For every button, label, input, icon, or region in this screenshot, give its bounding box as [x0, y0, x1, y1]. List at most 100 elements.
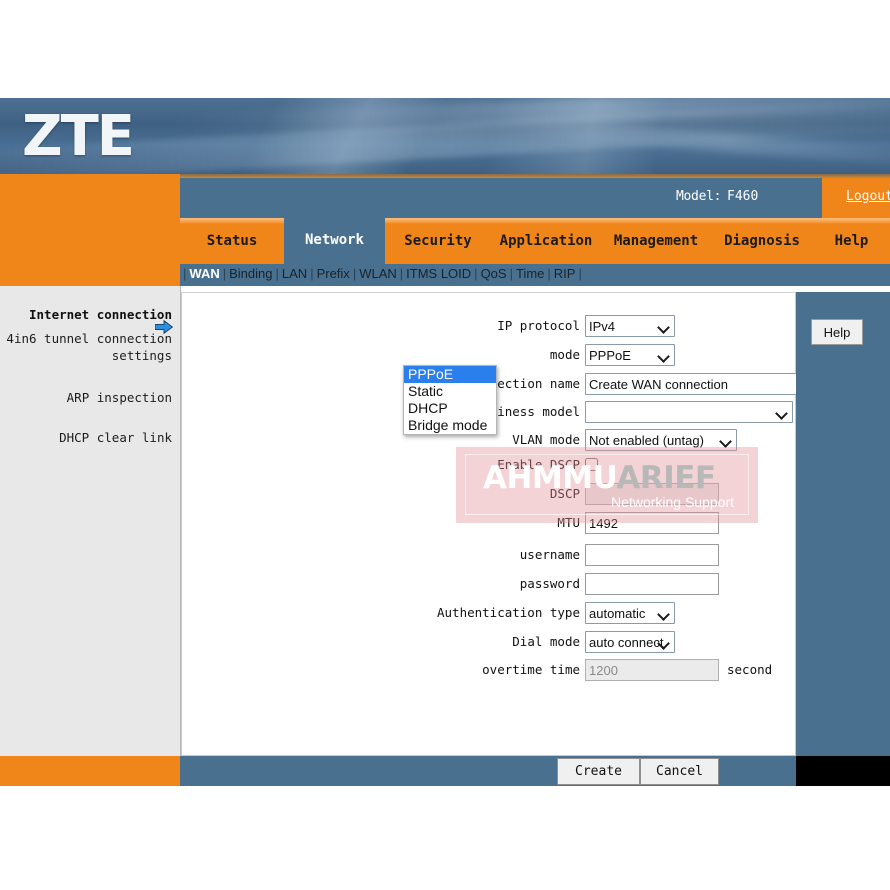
label-ip-protocol: IP protocol [497, 318, 580, 333]
enable-dscp-checkbox[interactable] [585, 458, 598, 471]
dial-mode-select[interactable]: auto connect [585, 631, 675, 653]
tab-diagnosis[interactable]: Diagnosis [711, 218, 813, 264]
password-input[interactable] [585, 573, 719, 595]
content-panel: IP protocol IPv4 mode PPPoE Connection name C… [181, 292, 890, 756]
mode-select[interactable]: PPPoE [585, 344, 675, 366]
subnav-separator: | [222, 266, 227, 281]
form-row-password: password [182, 573, 796, 595]
mode-control: PPPoE [585, 344, 675, 366]
business-model-select[interactable] [585, 401, 793, 423]
authentication-type-select[interactable]: automatic [585, 602, 675, 624]
tab-status[interactable]: Status [180, 218, 284, 264]
tab-network[interactable]: Network [284, 212, 385, 264]
brand-banner: ZTE [0, 98, 890, 174]
label-overtime-time: overtime time [482, 662, 580, 677]
main-tabs: Status Network Security Application Manageme… [180, 212, 890, 264]
form-row-overtime-time: overtime time second [182, 659, 796, 681]
ip-protocol-control: IPv4 [585, 315, 675, 337]
form-row-dscp: DSCP [182, 483, 796, 505]
help-button[interactable]: Help [811, 319, 863, 345]
subnav-separator: | [474, 266, 478, 281]
subnav-item-prefix[interactable]: Prefix [317, 266, 350, 281]
right-arrow-icon [155, 320, 173, 334]
overtime-time-input [585, 659, 719, 681]
subnav-item-binding[interactable]: Binding [229, 266, 272, 281]
subnav-item-qos[interactable]: QoS [481, 266, 507, 281]
subnav-item-rip[interactable]: RIP [554, 266, 576, 281]
subnav-item-wlan[interactable]: WLAN [359, 266, 397, 281]
vlan-mode-control: Not enabled (untag) [585, 429, 737, 451]
mode-select-wrapper[interactable]: PPPoE [585, 344, 675, 366]
sidebar-item-dhcp-clear-link[interactable]: DHCP clear link [0, 429, 180, 446]
sidebar-item-4in6-tunnel-connection-settings[interactable]: 4in6 tunnel connection settings [0, 330, 180, 364]
label-username: username [519, 547, 580, 562]
mtu-control [585, 512, 719, 534]
vlan-mode-select[interactable]: Not enabled (untag) [585, 429, 737, 451]
business-model-control [585, 401, 793, 423]
model-bar [180, 178, 822, 218]
sidebar-footer-strip [0, 756, 180, 786]
zte-logo: ZTE [22, 104, 135, 169]
logout-link[interactable]: Logout [846, 189, 890, 204]
username-control [585, 544, 719, 566]
enable-dscp-control [585, 454, 598, 476]
dial-mode-control: auto connect [585, 631, 675, 653]
label-business-model: Business model [474, 404, 580, 419]
page-title: Network [32, 48, 158, 85]
mtu-input[interactable] [585, 512, 719, 534]
subnav-separator: | [578, 266, 582, 281]
overtime-time-control [585, 659, 719, 681]
cancel-button[interactable]: Cancel [640, 758, 719, 785]
wan-connection-form: IP protocol IPv4 mode PPPoE Connection name C… [182, 293, 890, 755]
label-password: password [519, 576, 580, 591]
ip-protocol-select-wrapper[interactable]: IPv4 [585, 315, 675, 337]
label-mode: mode [549, 347, 580, 362]
form-row-enable-dscp: Enable DSCP [182, 454, 796, 476]
label-enable-dscp: Enable DSCP [497, 457, 580, 472]
dropdown-option-pppoe[interactable]: PPPoE [404, 366, 496, 383]
model-label: Model: [676, 189, 722, 204]
form-row-authentication-type: Authentication type automatic [182, 602, 796, 624]
sidebar-item-internet-connection[interactable]: Internet connection [0, 306, 180, 323]
subnav-separator: | [399, 266, 404, 281]
create-button[interactable]: Create [557, 758, 640, 785]
mode-dropdown-list[interactable]: PPPoE Static DHCP Bridge mode [403, 365, 497, 435]
sidebar-menu: Internet connection 4in6 tunnel connectio… [0, 286, 181, 756]
dropdown-option-dhcp[interactable]: DHCP [404, 400, 496, 417]
label-dial-mode: Dial mode [512, 634, 580, 649]
tab-security[interactable]: Security [385, 218, 491, 264]
overtime-time-unit: second [727, 662, 773, 677]
label-dscp: DSCP [549, 486, 580, 501]
vlan-mode-select-wrapper[interactable]: Not enabled (untag) [585, 429, 737, 451]
dropdown-option-static[interactable]: Static [404, 383, 496, 400]
sidebar-item-arp-inspection[interactable]: ARP inspection [0, 389, 180, 406]
business-model-select-wrapper[interactable] [585, 401, 793, 423]
subnav-item-itms-loid[interactable]: ITMS LOID [406, 266, 471, 281]
tab-help[interactable]: Help [813, 218, 890, 264]
subnav-separator: | [183, 266, 187, 281]
subnav-separator: | [547, 266, 551, 281]
subnav-item-lan[interactable]: LAN [282, 266, 307, 281]
username-input[interactable] [585, 544, 719, 566]
footer-black-block [796, 756, 890, 786]
subnav-separator: | [509, 266, 513, 281]
dscp-control [585, 483, 719, 505]
subnav-item-time[interactable]: Time [516, 266, 544, 281]
tab-management[interactable]: Management [601, 218, 711, 264]
subnav-item-wan[interactable]: WAN [189, 266, 219, 281]
label-authentication-type: Authentication type [437, 605, 580, 620]
subnav-separator: | [275, 266, 279, 281]
ip-protocol-select[interactable]: IPv4 [585, 315, 675, 337]
form-row-username: username [182, 544, 796, 566]
authentication-type-select-wrapper[interactable]: automatic [585, 602, 675, 624]
model-value: F460 [727, 189, 759, 204]
dial-mode-select-wrapper[interactable]: auto connect [585, 631, 675, 653]
authentication-type-control: automatic [585, 602, 675, 624]
label-connection-name: Connection name [467, 376, 580, 391]
tab-application[interactable]: Application [491, 218, 601, 264]
password-control [585, 573, 719, 595]
form-row-dial-mode: Dial mode auto connect [182, 631, 796, 653]
subnav-separator: | [310, 266, 314, 281]
label-vlan-mode: VLAN mode [512, 432, 580, 447]
dropdown-option-bridge-mode[interactable]: Bridge mode [404, 417, 496, 434]
